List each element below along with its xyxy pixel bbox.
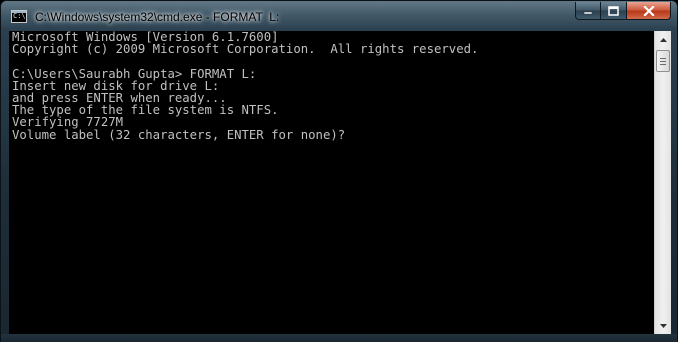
console-text: Microsoft Windows [Version 6.1.7600] Cop… <box>9 31 654 141</box>
console-output[interactable]: Microsoft Windows [Version 6.1.7600] Cop… <box>9 31 654 334</box>
grip-line <box>660 64 666 65</box>
window-title: C:\Windows\system32\cmd.exe - FORMAT L: <box>35 10 280 24</box>
grip-line <box>660 61 666 62</box>
grip-line <box>660 58 666 59</box>
close-button[interactable] <box>627 2 671 20</box>
maximize-button[interactable] <box>601 2 627 20</box>
close-icon <box>642 5 655 16</box>
maximize-icon <box>608 5 619 16</box>
scroll-down-button[interactable] <box>656 317 671 334</box>
caption-buttons <box>575 2 671 21</box>
arrow-down-icon <box>660 323 667 328</box>
minimize-icon <box>583 11 593 14</box>
minimize-button[interactable] <box>575 2 601 20</box>
console-line: Copyright (c) 2009 Microsoft Corporation… <box>12 42 479 57</box>
window-frame-bottom <box>1 334 677 342</box>
console-line: Volume label (32 characters, ENTER for n… <box>12 127 346 142</box>
scroll-thumb[interactable] <box>656 50 670 72</box>
title-bar[interactable]: C:\ C:\Windows\system32\cmd.exe - FORMAT… <box>1 1 677 31</box>
arrow-up-icon <box>660 37 667 42</box>
scroll-up-button[interactable] <box>656 31 671 48</box>
console-window: C:\ C:\Windows\system32\cmd.exe - FORMAT… <box>0 0 678 342</box>
console-icon[interactable]: C:\ <box>11 10 27 23</box>
vertical-scrollbar[interactable] <box>654 31 671 334</box>
